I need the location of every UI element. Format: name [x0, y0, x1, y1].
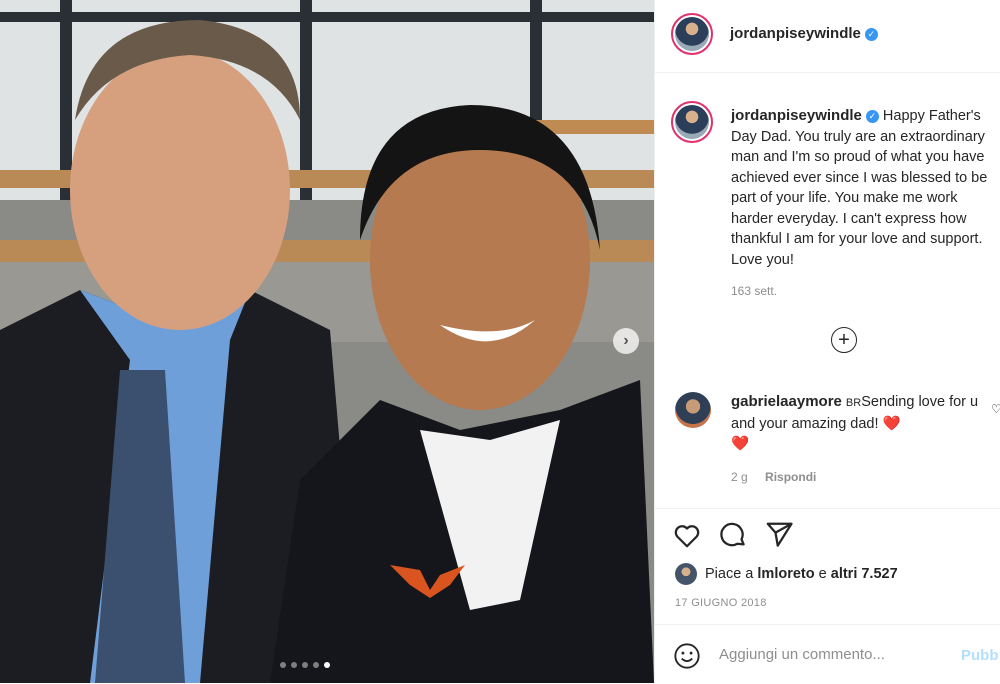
chevron-right-icon: ›	[623, 332, 629, 349]
comment-item: gabrielaaymore BRSending love for u and …	[731, 392, 991, 455]
liker-avatar	[675, 563, 697, 585]
heart-icon[interactable]	[672, 520, 702, 550]
carousel-dot	[324, 662, 330, 668]
emoji-icon[interactable]	[673, 642, 701, 670]
post-date: 17 GIUGNO 2018	[675, 597, 767, 609]
likes-conj: e	[818, 566, 827, 582]
likes-prefix: Piace a	[705, 566, 754, 582]
likes-text[interactable]: Piace a lmloreto e altri 7.527	[705, 566, 898, 582]
comment-meta: 2 g Rispondi	[731, 470, 816, 484]
carousel-dot	[291, 662, 297, 668]
liker-username[interactable]: lmloreto	[757, 566, 814, 582]
comment-username[interactable]: gabrielaaymore	[731, 393, 842, 410]
post-header: jordanpiseywindle ✓	[655, 0, 1000, 73]
reply-button[interactable]: Rispondi	[765, 470, 816, 484]
author-avatar[interactable]	[671, 13, 713, 55]
comment-input[interactable]	[719, 646, 939, 663]
comment-flag: BR	[845, 397, 862, 409]
author-username[interactable]: jordanpiseywindle	[730, 25, 861, 42]
publish-button[interactable]: Pubb	[961, 647, 999, 664]
post-photo[interactable]: ›	[0, 0, 654, 683]
carousel-dot	[280, 662, 286, 668]
caption-text: Happy Father's Day Dad. You truly are an…	[731, 108, 988, 268]
verified-icon: ✓	[865, 110, 879, 123]
caption-author-avatar[interactable]	[671, 101, 713, 143]
plus-circle-icon: +	[838, 329, 850, 351]
comment-icon[interactable]	[718, 520, 748, 550]
verified-icon: ✓	[864, 28, 878, 41]
carousel-indicator	[280, 662, 330, 668]
carousel-dot	[302, 662, 308, 668]
post-side-panel: jordanpiseywindle ✓ jordanpiseywindle ✓ Ha…	[654, 0, 1000, 683]
photo-illustration	[0, 0, 654, 683]
likes-summary: Piace a lmloreto e altri 7.527	[675, 563, 898, 585]
carousel-dot	[313, 662, 319, 668]
caption-time: 163 sett.	[731, 284, 778, 298]
share-icon[interactable]	[764, 520, 794, 550]
comment-time: 2 g	[731, 470, 748, 484]
comment-emoji-2: ❤️	[731, 436, 750, 452]
comment-avatar[interactable]	[675, 392, 711, 428]
carousel-next-button[interactable]: ›	[613, 328, 639, 354]
comment-like-heart-icon[interactable]: ♡	[991, 402, 1000, 416]
likes-others[interactable]: altri 7.527	[831, 566, 898, 582]
comment-emoji: ❤️	[882, 415, 901, 432]
post-caption: jordanpiseywindle ✓ Happy Father's Day Da…	[731, 106, 1000, 270]
caption-username[interactable]: jordanpiseywindle	[731, 107, 862, 124]
load-more-comments-button[interactable]: +	[831, 327, 857, 353]
